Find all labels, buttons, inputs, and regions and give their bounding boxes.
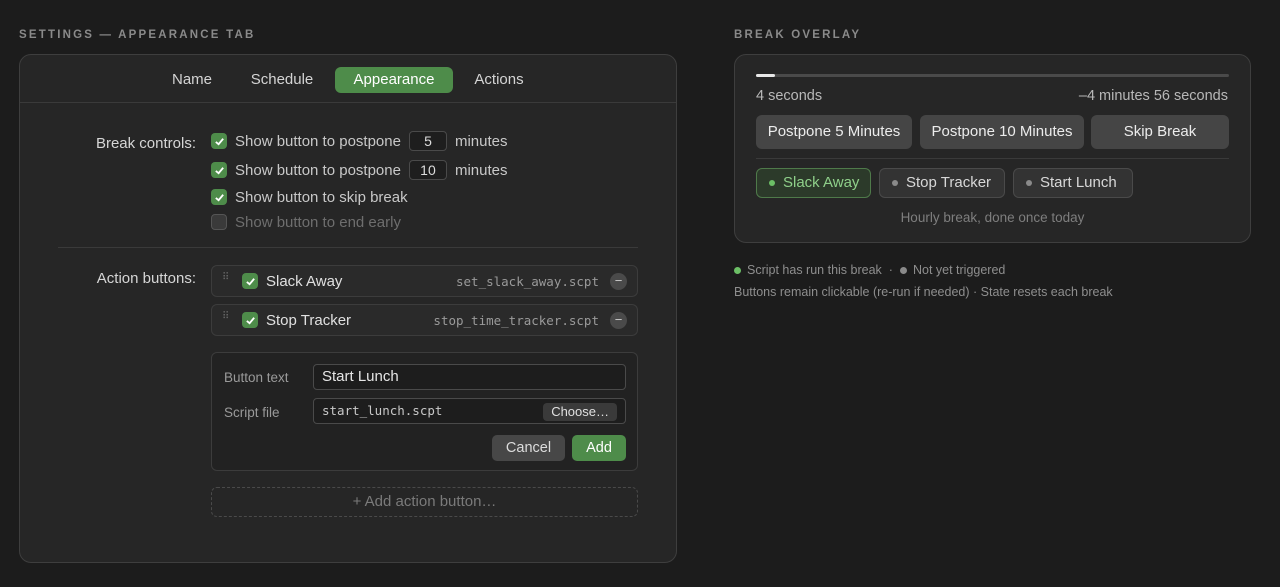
action-row-slack-away[interactable]: ⠿ Slack Away set_slack_away.scpt − [211, 265, 638, 297]
action-label: Stop Tracker [906, 174, 992, 191]
break-controls-label: Break controls: [95, 135, 196, 152]
skip-break-checkbox[interactable] [211, 189, 227, 205]
progress-fill [756, 74, 775, 77]
postpone-10-suffix: minutes [454, 161, 508, 179]
stop-tracker-checkbox[interactable] [242, 312, 258, 328]
settings-section-title: SETTINGS — APPEARANCE TAB [19, 29, 256, 41]
postpone-10-button[interactable]: Postpone 10 Minutes [920, 115, 1084, 149]
action-row-stop-tracker[interactable]: ⠿ Stop Tracker stop_time_tracker.scpt − [211, 304, 638, 336]
script-file-input[interactable]: start_lunch.scpt Choose… [313, 398, 626, 424]
start-lunch-action-button[interactable]: Start Lunch [1013, 168, 1133, 198]
skip-break-row: Show button to skip break [211, 187, 408, 207]
script-file-value: start_lunch.scpt [322, 403, 443, 418]
legend-separator: · [888, 263, 893, 277]
end-early-label: Show button to end early [235, 213, 401, 231]
action-name: Stop Tracker [266, 312, 352, 329]
postpone-5-minutes-field[interactable]: 5 [408, 131, 447, 151]
status-dot-icon [1026, 180, 1032, 186]
postpone-10-label: Show button to postpone [235, 161, 401, 179]
overlay-section-title: BREAK OVERLAY [734, 29, 862, 41]
elapsed-time: 4 seconds [756, 88, 823, 104]
script-file-label: Script file [224, 405, 280, 420]
slack-away-action-button[interactable]: Slack Away [756, 168, 871, 198]
add-action-button[interactable]: + Add action button… [211, 487, 638, 517]
end-early-checkbox[interactable] [211, 214, 227, 230]
idle-dot-icon [899, 266, 907, 274]
overlay-footer: Hourly break, done once today [900, 210, 1085, 225]
postpone-10-checkbox[interactable] [211, 162, 227, 178]
tab-actions[interactable]: Actions [465, 67, 533, 93]
add-button[interactable]: Add [572, 435, 626, 461]
tab-appearance[interactable]: Appearance [335, 67, 453, 93]
tab-name[interactable]: Name [160, 67, 224, 93]
action-label: Start Lunch [1040, 174, 1117, 191]
tab-schedule[interactable]: Schedule [242, 67, 322, 93]
drag-handle-icon[interactable]: ⠿ [222, 312, 230, 326]
progress-bar [756, 74, 1229, 77]
run-dot-icon [734, 266, 741, 274]
section-divider [58, 247, 638, 248]
postpone-5-checkbox[interactable] [211, 133, 227, 149]
overlay-divider [756, 158, 1229, 159]
postpone-5-label: Show button to postpone [235, 132, 401, 150]
end-early-row: Show button to end early [211, 212, 401, 232]
action-label: Slack Away [783, 174, 860, 191]
skip-break-label: Show button to skip break [235, 188, 408, 206]
button-text-label: Button text [224, 370, 289, 385]
button-text-input[interactable]: Start Lunch [313, 364, 626, 390]
postpone-5-suffix: minutes [454, 132, 508, 150]
cancel-button[interactable]: Cancel [492, 435, 565, 461]
legend-note: Buttons remain clickable (re-run if need… [734, 285, 1113, 299]
tab-bar: Name Schedule Appearance Actions [20, 55, 676, 103]
choose-file-button[interactable]: Choose… [543, 403, 617, 421]
drag-handle-icon[interactable]: ⠿ [222, 273, 230, 287]
status-dot-icon [892, 180, 898, 186]
legend-idle: Not yet triggered [912, 263, 1006, 277]
postpone-5-row: Show button to postpone 5 minutes [211, 131, 508, 151]
postpone-5-button[interactable]: Postpone 5 Minutes [756, 115, 912, 149]
break-overlay-window: 4 seconds –4 minutes 56 seconds Postpone… [734, 54, 1251, 243]
action-script-file: stop_time_tracker.scpt [433, 313, 599, 328]
postpone-10-row: Show button to postpone 10 minutes [211, 160, 508, 180]
remove-action-icon[interactable]: − [610, 312, 627, 329]
action-buttons-label: Action buttons: [96, 270, 196, 287]
slack-away-checkbox[interactable] [242, 273, 258, 289]
settings-window: Name Schedule Appearance Actions Break c… [19, 54, 677, 563]
remove-action-icon[interactable]: − [610, 273, 627, 290]
legend-run: Script has run this break [747, 263, 882, 277]
remaining-time: –4 minutes 56 seconds [1078, 88, 1228, 104]
status-dot-icon [769, 180, 775, 186]
legend-row: Script has run this break · Not yet trig… [734, 263, 1005, 277]
action-script-file: set_slack_away.scpt [456, 274, 599, 289]
stop-tracker-action-button[interactable]: Stop Tracker [879, 168, 1005, 198]
new-action-form: Button text Start Lunch Script file star… [211, 352, 638, 471]
skip-break-button[interactable]: Skip Break [1091, 115, 1229, 149]
postpone-10-minutes-field[interactable]: 10 [408, 160, 447, 180]
action-name: Slack Away [266, 273, 343, 290]
